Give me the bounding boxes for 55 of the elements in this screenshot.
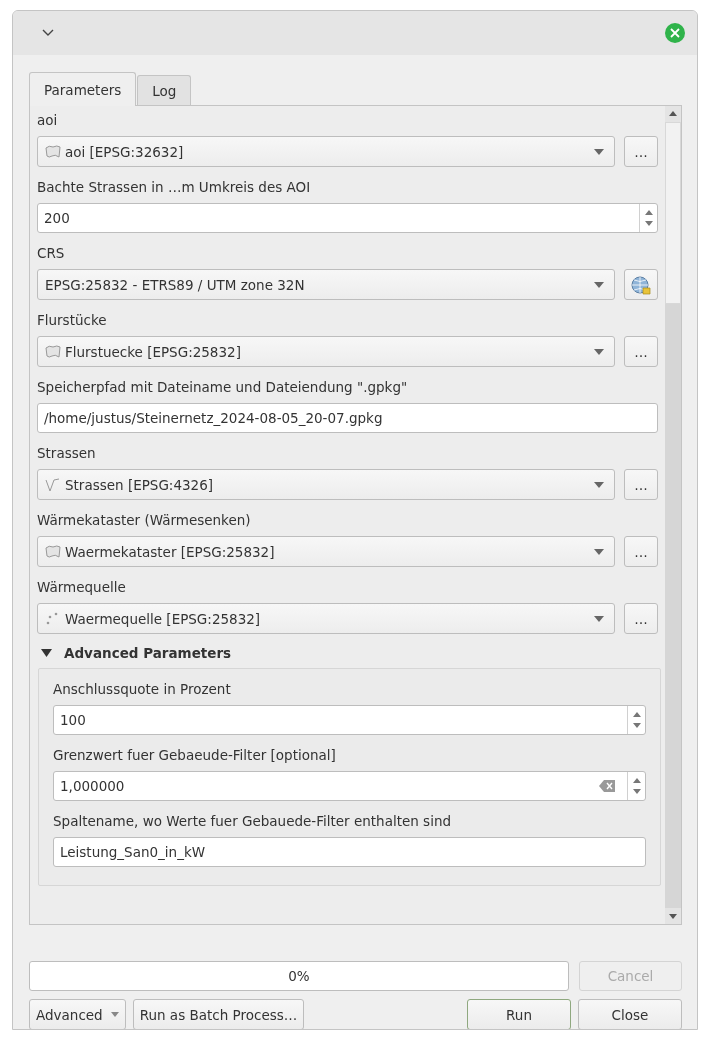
parameter-label: Strassen <box>37 444 97 463</box>
polygon-layer-icon <box>45 344 61 359</box>
clear-icon[interactable] <box>599 780 615 792</box>
parameter-label: aoi <box>37 111 59 130</box>
scrollbar[interactable] <box>665 106 681 924</box>
line-layer-icon <box>45 477 61 492</box>
number-field[interactable]: 1,000000 <box>53 771 646 801</box>
layer-dropdown[interactable]: aoi [EPSG:32632] <box>37 136 615 167</box>
expand-triangle-icon <box>41 649 52 657</box>
chevron-down-icon[interactable] <box>42 29 54 37</box>
parameter-label: Spaltename, wo Werte fuer Gebauede-Filter enthalten sind <box>53 812 452 831</box>
text-field[interactable]: Leistung_San0_in_kW <box>53 837 646 867</box>
caret-icon <box>110 1012 119 1017</box>
batch-button[interactable]: Run as Batch Process… <box>132 999 305 1029</box>
caret-icon <box>594 548 604 555</box>
parameter-label: Speicherpfad mit Dateiname und Dateiendung ".gpkg" <box>37 378 409 397</box>
parameter-label: Anschlussquote in Prozent <box>53 680 232 699</box>
progress-bar: 0% <box>29 961 569 991</box>
caret-icon <box>594 148 604 155</box>
caret-icon <box>594 348 604 355</box>
dialog-button[interactable]: Close <box>578 999 682 1029</box>
caret-icon <box>594 281 604 288</box>
tab[interactable]: Log <box>137 75 192 105</box>
layer-dropdown[interactable]: Waermequelle [EPSG:25832] <box>37 603 615 634</box>
caret-icon <box>594 615 604 622</box>
layer-dropdown[interactable]: Waermekataster [EPSG:25832] <box>37 536 615 567</box>
layer-dropdown[interactable]: Flurstuecke [EPSG:25832] <box>37 336 615 367</box>
text-field[interactable]: /home/justus/Steinernetz_2024-08-05_20-07.gpkg <box>37 403 658 433</box>
scrollbar-thumb[interactable] <box>665 122 681 304</box>
parameter-label: Bachte Strassen in …m Umkreis des AOI <box>37 178 312 197</box>
caret-icon <box>594 481 604 488</box>
crs-select-button[interactable] <box>624 269 658 300</box>
dialog-button[interactable]: Run <box>467 999 571 1029</box>
close-icon[interactable] <box>665 23 685 43</box>
parameter-label: CRS <box>37 244 66 263</box>
tab[interactable]: Parameters <box>29 72 137 106</box>
browse-button[interactable]: … <box>624 469 658 500</box>
browse-button[interactable]: … <box>624 536 658 567</box>
parameter-label: Grenzwert fuer Gebaeude-Filter [optional] <box>53 746 337 765</box>
number-field[interactable]: 100 <box>53 705 646 735</box>
browse-button[interactable]: … <box>624 603 658 634</box>
layer-dropdown[interactable]: Strassen [EPSG:4326] <box>37 469 615 500</box>
section-header[interactable]: Advanced Parameters <box>41 642 658 664</box>
menu-button[interactable]: Advanced <box>29 999 126 1029</box>
layer-dropdown[interactable]: EPSG:25832 - ETRS89 / UTM zone 32N <box>37 269 615 300</box>
section-title: Advanced Parameters <box>64 645 232 661</box>
parameter-label: Wärmekataster (Wärmesenken) <box>37 511 252 530</box>
number-field[interactable]: 200 <box>37 203 658 233</box>
parameter-label: Wärmequelle <box>37 578 127 597</box>
polygon-layer-icon <box>45 144 61 159</box>
browse-button[interactable]: … <box>624 136 658 167</box>
browse-button[interactable]: … <box>624 336 658 367</box>
globe-icon <box>630 274 652 295</box>
polygon-layer-icon <box>45 544 61 559</box>
parameter-label: Flurstücke <box>37 311 108 330</box>
